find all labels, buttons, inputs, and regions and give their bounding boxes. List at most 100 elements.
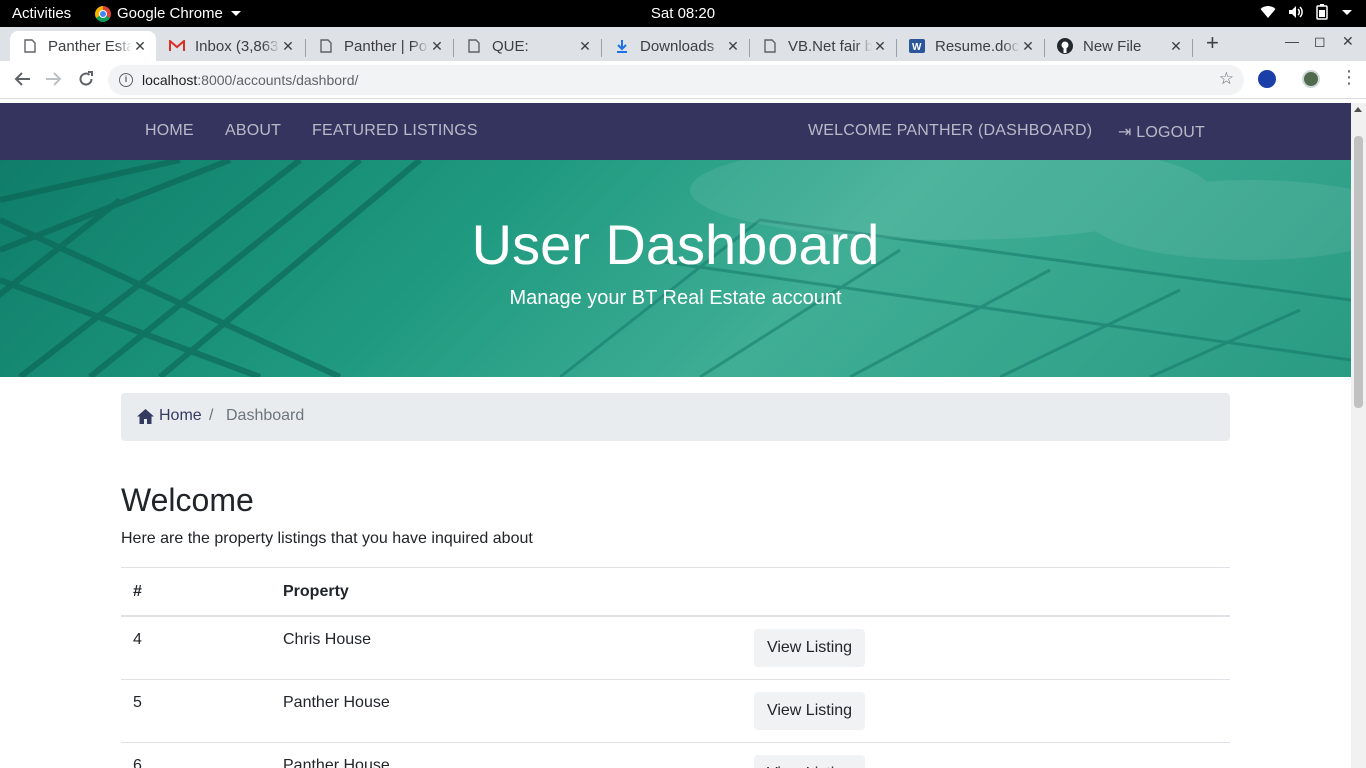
extension-icon[interactable] [1258,70,1276,88]
info-icon[interactable]: i [119,73,133,87]
view-listing-button[interactable]: View Listing [754,629,865,667]
breadcrumb: Home / Dashboard [121,393,1230,441]
page-icon [318,38,334,54]
column-header-property: Property [283,583,349,600]
tab-panther-po[interactable]: Panther | Po ✕ [306,31,453,61]
close-icon[interactable]: ✕ [429,38,445,55]
hero-title: User Dashboard [471,213,880,276]
view-listing-button[interactable]: View Listing [754,755,865,768]
breadcrumb-home-label: Home [159,407,202,424]
property-name: Chris House [283,631,372,648]
app-menu[interactable]: Google Chrome [95,5,241,22]
tab-vbnet[interactable]: VB.Net fair b ✕ [750,31,896,61]
nav-about[interactable]: ABOUT [225,122,281,140]
scrollbar-thumb[interactable] [1354,136,1363,408]
tab-title: QUE: [492,37,529,55]
reload-icon[interactable] [78,71,94,87]
tab-inbox[interactable]: Inbox (3,863 ✕ [157,31,304,61]
nav-featured-listings[interactable]: FEATURED LISTINGS [312,122,478,140]
svg-text:W: W [912,42,922,53]
tab-title: Downloads [640,37,715,55]
tab-panther-estate[interactable]: Panther Esta ✕ [10,31,156,61]
table-header: # Property [121,567,1230,617]
profile-avatar[interactable] [1302,70,1320,88]
volume-icon [1289,6,1303,18]
breadcrumb-current: Dashboard [226,407,305,424]
table-row: 6 Panther House View Listing [121,743,1230,768]
browser-toolbar: i localhost:8000/accounts/dashbord/ ☆ ⋮ [0,61,1366,99]
system-menu-chevron-icon [1342,9,1352,15]
address-bar[interactable]: i localhost:8000/accounts/dashbord/ ☆ [108,65,1244,95]
listing-id: 6 [133,757,142,768]
tab-title: Inbox (3,863 [195,37,279,55]
page-icon [22,38,38,54]
chevron-down-icon [230,11,241,16]
close-icon[interactable]: ✕ [577,38,593,55]
site-navbar: HOME ABOUT FEATURED LISTINGS WELCOME PAN… [0,103,1351,160]
close-icon[interactable]: ✕ [280,38,296,55]
view-listing-button[interactable]: View Listing [754,692,865,730]
column-header-number: # [133,583,142,600]
window-close-icon[interactable]: ✕ [1342,33,1354,50]
page-icon [466,38,482,54]
table-row: 4 Chris House View Listing [121,617,1230,680]
menu-dots-icon[interactable]: ⋮ [1340,67,1358,88]
nav-dashboard[interactable]: WELCOME PANTHER (DASHBOARD) [808,122,1092,140]
tab-que[interactable]: QUE: ✕ [454,31,601,61]
wifi-icon [1260,6,1276,19]
page-scrollbar[interactable] [1351,103,1366,768]
tab-resume[interactable]: W Resume.doc ✕ [897,31,1044,61]
logout-icon: ⇥ [1118,124,1132,141]
tab-title: New File [1083,37,1142,55]
tab-new-file[interactable]: New File ✕ [1045,31,1192,61]
activities-button[interactable]: Activities [12,5,71,22]
minimize-icon[interactable]: — [1285,33,1299,49]
app-name: Google Chrome [117,5,223,22]
close-icon[interactable]: ✕ [1020,38,1036,55]
close-icon[interactable]: ✕ [1168,38,1184,55]
maximize-icon[interactable]: ◻ [1314,33,1326,50]
close-icon[interactable]: ✕ [132,38,148,55]
home-icon [137,408,154,424]
battery-icon [1316,4,1328,20]
gmail-icon [169,38,185,54]
hero-banner: User Dashboard Manage your BT Real Estat… [0,160,1351,377]
url-path: :8000/accounts/dashbord/ [197,72,359,88]
inquiries-description: Here are the property listings that you … [121,530,533,547]
url-text: localhost:8000/accounts/dashbord/ [142,72,358,88]
tab-strip: Panther Esta ✕ Inbox (3,863 ✕ Panther | … [0,27,1366,61]
nav-logout-label: LOGOUT [1136,124,1206,141]
nav-logout[interactable]: ⇥ LOGOUT [1118,122,1205,142]
back-icon[interactable] [13,71,31,87]
close-icon[interactable]: ✕ [872,38,888,55]
github-icon [1057,38,1073,54]
property-name: Panther House [283,694,390,711]
forward-icon[interactable] [45,71,63,87]
download-icon [614,38,630,54]
tab-title: Resume.doc [935,37,1020,55]
breadcrumb-separator: / [209,407,214,424]
word-icon: W [909,38,925,54]
close-icon[interactable]: ✕ [725,38,741,55]
breadcrumb-home[interactable]: Home [137,407,202,425]
inquiries-table: # Property 4 Chris House View Listing 5 … [121,567,1230,768]
new-tab-icon[interactable]: + [1206,30,1219,56]
tab-title: Panther | Po [344,37,428,55]
tab-title: VB.Net fair b [788,37,872,55]
welcome-heading: Welcome [121,482,254,518]
system-tray[interactable] [1260,4,1352,20]
tab-title: Panther Esta [48,37,132,55]
url-host: localhost [142,72,198,88]
system-top-bar: Activities Google Chrome Sat 08:20 [0,0,1366,27]
chrome-icon [95,5,111,22]
bookmark-star-icon[interactable]: ☆ [1219,69,1234,89]
hero-subtitle: Manage your BT Real Estate account [509,287,842,309]
listing-id: 5 [133,694,142,711]
scroll-up-icon[interactable] [1354,107,1362,112]
tab-downloads[interactable]: Downloads ✕ [602,31,749,61]
nav-home[interactable]: HOME [145,122,194,140]
page-icon [762,38,778,54]
tab-separator [1192,39,1193,57]
page-viewport: HOME ABOUT FEATURED LISTINGS WELCOME PAN… [0,103,1351,768]
listing-id: 4 [133,631,142,648]
